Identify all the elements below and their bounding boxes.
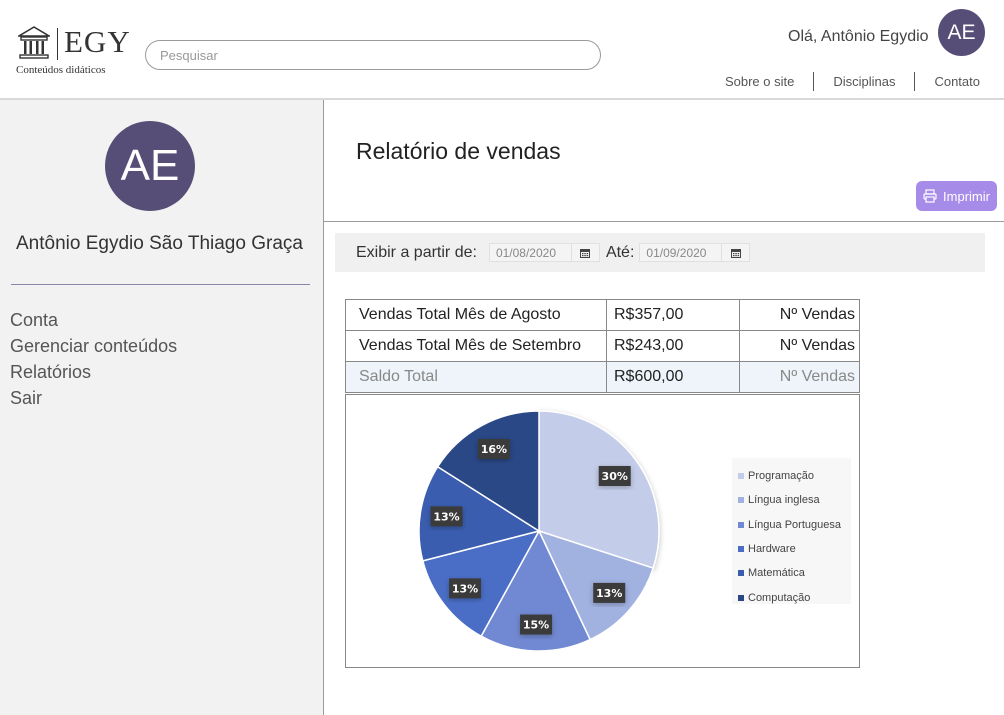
legend-item: Matemática [732,561,851,585]
legend-item: Computação [732,585,851,609]
svg-text:16%: 16% [481,443,507,456]
legend-swatch [738,570,744,577]
filter-to-label: Até: [605,243,635,261]
from-date-field[interactable]: 01/08/2020 [488,243,600,262]
table-row: Vendas Total Mês de Setembro R$243,00 Nº… [345,330,860,362]
legend-label: Matemática [748,567,805,580]
calendar-icon[interactable] [570,243,599,262]
printer-icon [923,189,937,203]
main-divider [324,221,1004,222]
page-title: Relatório de vendas [356,138,561,164]
data-label-1: 13% [593,582,626,603]
to-date-value: 01/09/2020 [646,245,707,260]
svg-text:30%: 30% [602,470,628,483]
print-button-label: Imprimir [943,188,990,204]
top-nav: Sobre o site Disciplinas Contato [725,72,980,91]
to-date-field[interactable]: 01/09/2020 [639,243,751,262]
svg-text:15%: 15% [523,619,549,632]
legend-item: Programação [732,464,851,488]
header: EGY Conteúdos didáticos Olá, Antônio Egy… [0,0,1004,100]
logo-text: EGY [64,24,131,59]
nav-separator [813,72,815,91]
svg-text:13%: 13% [452,582,478,595]
avatar[interactable]: AE [938,9,985,56]
legend-swatch [738,473,744,480]
data-label-5: 16% [477,438,510,459]
row-label: Vendas Total Mês de Setembro [345,330,607,362]
svg-text:13%: 13% [433,510,459,523]
logo-subtitle: Conteúdos didáticos [16,64,106,76]
nav-link-sobre[interactable]: Sobre o site [725,74,794,89]
search-input[interactable] [145,40,601,70]
pie-chart: 30% 13% 15% 13% 13% 16% Programação Língua ing… [345,394,860,668]
print-button[interactable]: Imprimir [916,181,997,211]
sales-table: Vendas Total Mês de Agosto R$357,00 Nº V… [345,299,860,393]
row-label: Vendas Total Mês de Agosto [345,299,607,331]
museum-building-icon [18,26,50,59]
row-count: Nº Vendas [739,299,860,331]
greeting-text: Olá, Antônio Egydio [788,28,929,45]
calendar-icon[interactable] [721,243,749,262]
user-name: Antônio Egydio São Thiago Graça [16,233,303,254]
legend-item: Hardware [732,537,851,561]
legend-swatch [738,546,744,553]
legend-swatch [738,594,744,601]
legend-item: Língua Portuguesa [732,513,851,537]
sidebar-item-gerenciar-conteudos[interactable]: Gerenciar conteúdos [10,333,177,359]
row-value: R$243,00 [606,330,740,362]
legend-label: Computação [748,591,811,604]
nav-separator [914,72,916,91]
table-row: Vendas Total Mês de Agosto R$357,00 Nº V… [345,299,860,331]
sidebar-item-sair[interactable]: Sair [10,385,177,411]
row-count: Nº Vendas [739,361,860,393]
svg-text:13%: 13% [596,587,622,600]
date-filter: Exibir a partir de: 01/08/2020 Até: 01/0… [335,233,985,272]
table-row-total: Saldo Total R$600,00 Nº Vendas [345,361,860,393]
logo-divider [57,28,58,60]
legend-item: Língua inglesa [732,488,851,512]
sidebar-divider [11,284,310,285]
legend-label: Programação [748,470,815,483]
sidebar-item-relatorios[interactable]: Relatórios [10,359,177,385]
legend-label: Língua inglesa [748,494,820,507]
nav-link-contato[interactable]: Contato [934,74,980,89]
main-content: Relatório de vendas Imprimir Exibir a pa… [324,100,1004,715]
sidebar: AE Antônio Egydio São Thiago Graça Conta… [0,100,324,715]
legend-swatch [738,497,744,504]
legend-label: Hardware [748,543,796,556]
data-label-2: 15% [520,614,553,635]
data-label-3: 13% [449,578,482,599]
row-value: R$357,00 [606,299,740,331]
from-date-value: 01/08/2020 [495,245,556,260]
legend-swatch [738,521,744,528]
data-label-0: 30% [598,465,631,486]
sidebar-menu: Conta Gerenciar conteúdos Relatórios Sai… [10,307,177,411]
chart-legend: Programação Língua inglesa Língua Portugue… [732,458,851,604]
nav-link-disciplinas[interactable]: Disciplinas [833,74,895,89]
row-label: Saldo Total [345,361,607,393]
profile-avatar: AE [105,121,195,211]
logo[interactable]: EGY Conteúdos didáticos [16,24,134,78]
row-count: Nº Vendas [739,330,860,362]
row-value: R$600,00 [606,361,740,393]
filter-from-label: Exibir a partir de: [356,243,477,261]
legend-label: Língua Portuguesa [748,518,841,531]
sidebar-item-conta[interactable]: Conta [10,307,177,333]
data-label-4: 13% [430,506,463,527]
